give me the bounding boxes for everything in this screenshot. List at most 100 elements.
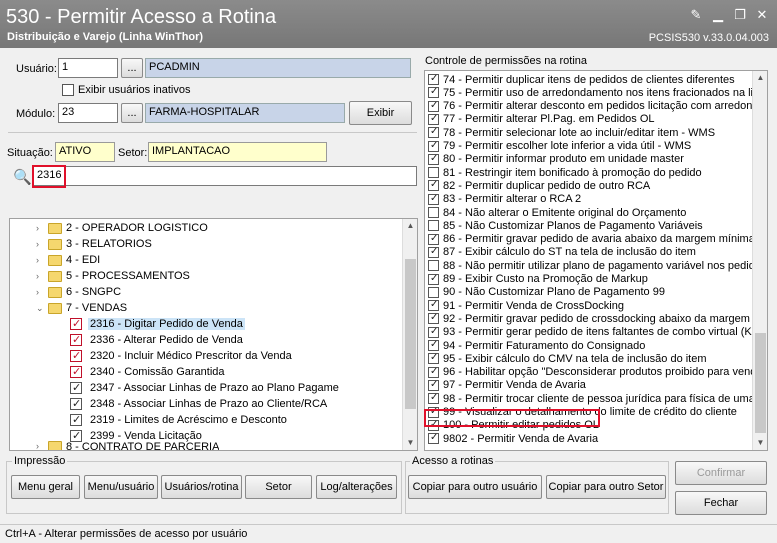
permission-item[interactable]: 83 - Permitir alterar o RCA 2 [428,193,581,206]
permission-checkbox[interactable] [428,113,439,125]
permission-checkbox[interactable] [428,193,439,205]
permission-checkbox[interactable] [428,126,439,139]
permission-checkbox[interactable] [428,246,439,258]
usuarios-rotina-button[interactable]: Usuários/rotina [161,475,242,499]
permission-item[interactable]: 82 - Permitir duplicar pedido de outro R… [428,179,650,192]
permission-item[interactable]: 98 - Permitir trocar cliente de pessoa j… [428,392,763,405]
permission-checkbox[interactable] [428,86,439,99]
tree-item[interactable]: ⌄ 7 - VENDAS [36,300,127,316]
rotina-tree[interactable]: › 2 - OPERADOR LOGISTICO › 3 - RELATORIOS … [9,218,418,451]
tree-item[interactable]: › 3 - RELATORIOS [36,236,152,252]
tree-item[interactable]: › 2 - OPERADOR LOGISTICO [36,220,208,236]
permission-checkbox[interactable] [428,299,439,312]
permission-item[interactable]: 95 - Exibir cálculo do CMV na tela de in… [428,352,707,365]
scroll-thumb[interactable] [405,259,416,409]
close-icon[interactable]: ✕ [755,8,769,22]
permission-checkbox[interactable] [428,352,439,365]
permission-item[interactable]: 88 - Não permitir utilizar plano de paga… [428,259,761,272]
permission-checkbox[interactable] [428,339,439,351]
permission-checkbox[interactable] [428,260,439,272]
permission-item[interactable]: 94 - Permitir Faturamento do Consignado [428,339,645,352]
permission-item[interactable]: 97 - Permitir Venda de Avaria [428,379,586,392]
permission-checkbox[interactable] [428,167,439,179]
permission-checkbox[interactable] [428,286,439,298]
permission-checkbox[interactable] [428,100,439,112]
exibir-button[interactable]: Exibir [349,101,412,125]
tree-item[interactable]: › 8 - CONTRATO DE PARCERIA [36,441,219,450]
tree-checkbox[interactable] [70,381,82,394]
permission-checkbox[interactable] [428,392,439,405]
permission-item[interactable]: 84 - Não alterar o Emitente original do … [428,206,686,219]
permission-checkbox[interactable] [428,432,439,445]
usuario-id-field[interactable]: 1 [58,58,118,78]
tree-item[interactable]: › 4 - EDI [36,252,100,268]
permission-item[interactable]: 87 - Exibir cálculo do ST na tela de inc… [428,246,696,259]
fechar-button[interactable]: Fechar [675,491,767,515]
permission-checkbox[interactable] [428,207,439,218]
tree-item[interactable]: › 5 - PROCESSAMENTOS [36,268,190,284]
tree-item[interactable]: 2340 - Comissão Garantida [70,364,225,380]
tree-checkbox[interactable] [70,397,82,410]
permission-item[interactable]: 77 - Permitir alterar Pl.Pag. em Pedidos… [428,113,655,126]
permission-checkbox[interactable] [428,140,439,152]
tree-checkbox[interactable] [70,365,82,378]
modulo-lookup-button[interactable]: ... [121,103,143,123]
scroll-up-icon[interactable]: ▲ [753,71,767,85]
copiar-usuario-button[interactable]: Copiar para outro usuário [408,475,542,499]
modulo-id-field[interactable]: 23 [58,103,118,123]
exibir-inativos-checkbox[interactable]: Exibir usuários inativos [62,84,191,96]
permission-item[interactable]: 80 - Permitir informar produto em unidad… [428,153,684,166]
menu-usuario-button[interactable]: Menu/usuário [84,475,158,499]
permission-checkbox[interactable] [428,312,439,325]
tree-item[interactable]: 2316 - Digitar Pedido de Venda [70,316,245,332]
tree-checkbox[interactable] [70,333,82,346]
tree-item[interactable]: 2348 - Associar Linhas de Prazo ao Clien… [70,396,327,412]
exibir-inativos-box[interactable] [62,84,74,96]
search-input[interactable]: 2316 [33,166,417,186]
tree-item[interactable]: 2336 - Alterar Pedido de Venda [70,332,243,348]
tree-checkbox[interactable] [70,413,82,426]
permission-item[interactable]: 78 - Permitir selecionar lote ao incluir… [428,126,715,139]
tree-item[interactable]: 2347 - Associar Linhas de Prazo ao Plano… [70,380,339,396]
tools-icon[interactable]: ✎ [689,8,703,22]
permission-item[interactable]: 79 - Permitir escolher lote inferior a v… [428,140,691,153]
permission-item[interactable]: 90 - Não Customizar Plano de Pagamento 9… [428,286,665,299]
setor-button[interactable]: Setor [245,475,312,499]
permission-checkbox[interactable] [428,153,439,165]
permission-checkbox[interactable] [428,73,439,85]
permission-checkbox[interactable] [428,366,439,378]
permission-item[interactable]: 9802 - Permitir Venda de Avaria [428,432,598,445]
confirmar-button[interactable]: Confirmar [675,461,767,485]
restore-icon[interactable]: ❐ [733,8,747,22]
permission-item[interactable]: 75 - Permitir uso de arredondamento nos … [428,86,759,99]
scroll-down-icon[interactable]: ▼ [403,436,417,450]
permissions-scrollbar[interactable]: ▲ ▼ [752,71,767,450]
tree-item[interactable]: 2319 - Limites de Acréscimo e Desconto [70,412,287,428]
permission-checkbox[interactable] [428,233,439,245]
permission-item[interactable]: 93 - Permitir gerar pedido de itens falt… [428,326,752,339]
permission-item[interactable]: 76 - Permitir alterar desconto em pedido… [428,100,765,113]
tree-item[interactable]: 2320 - Incluir Médico Prescritor da Vend… [70,348,292,364]
tree-checkbox[interactable] [70,317,82,330]
permission-checkbox[interactable] [428,326,439,338]
permission-item[interactable]: 96 - Habilitar opção "Desconsiderar prod… [428,366,762,379]
permission-item[interactable]: 86 - Permitir gravar pedido de avaria ab… [428,233,755,246]
tree-item[interactable]: › 6 - SNGPC [36,284,121,300]
tree-checkbox[interactable] [70,349,82,362]
permission-item[interactable]: 74 - Permitir duplicar itens de pedidos … [428,73,735,86]
permission-checkbox[interactable] [428,379,439,391]
permission-item[interactable]: 92 - Permitir gravar pedido de crossdock… [428,312,762,325]
permission-checkbox[interactable] [428,179,439,192]
tree-scrollbar[interactable]: ▲ ▼ [402,219,417,450]
menu-geral-button[interactable]: Menu geral [11,475,80,499]
permission-item[interactable]: 91 - Permitir Venda de CrossDocking [428,299,624,312]
usuario-lookup-button[interactable]: ... [121,58,143,78]
permission-item[interactable]: 89 - Exibir Custo na Promoção de Markup [428,273,648,286]
permission-checkbox[interactable] [428,273,439,285]
scroll-down-icon[interactable]: ▼ [753,436,767,450]
scroll-up-icon[interactable]: ▲ [403,219,417,233]
permission-item[interactable]: 85 - Não Customizar Planos de Pagamento … [428,219,703,232]
log-alteracoes-button[interactable]: Log/alterações [316,475,397,499]
permissions-list[interactable]: 74 - Permitir duplicar itens de pedidos … [424,70,768,451]
permission-checkbox[interactable] [428,220,439,232]
